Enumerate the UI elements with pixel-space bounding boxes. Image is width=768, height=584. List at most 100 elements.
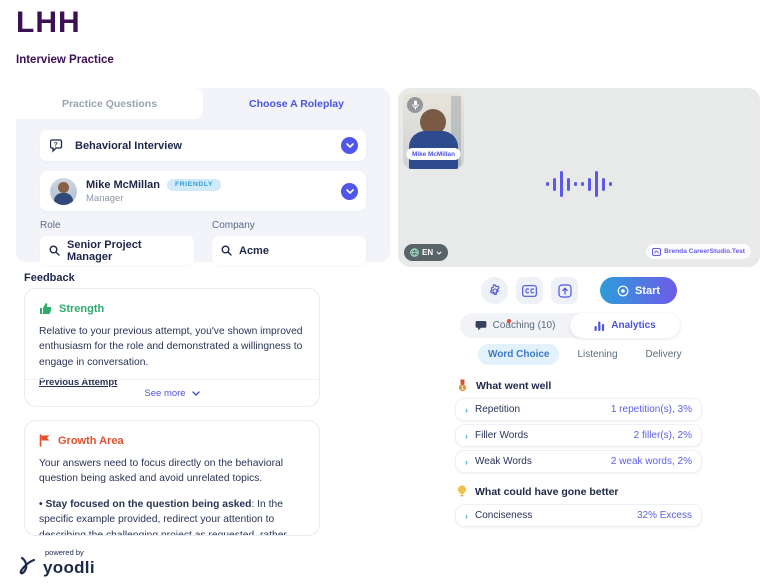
interview-type-label: Behavioral Interview bbox=[75, 140, 182, 152]
chevron-right-icon: › bbox=[465, 405, 468, 415]
voice-badge-icon bbox=[652, 248, 661, 256]
chevron-right-icon: › bbox=[465, 511, 468, 521]
tab-practice-questions[interactable]: Practice Questions bbox=[16, 88, 203, 119]
analytics-subtabs: Word Choice Listening Delivery bbox=[478, 344, 692, 365]
subtab-word-choice[interactable]: Word Choice bbox=[478, 344, 559, 365]
analytics-tab-label: Analytics bbox=[611, 320, 655, 331]
went-well-heading-row: 1 What went well bbox=[457, 379, 551, 392]
company-field-label: Company bbox=[212, 220, 366, 231]
coaching-chat-icon bbox=[475, 320, 487, 331]
lhh-logo: LHH bbox=[16, 6, 81, 40]
gone-better-heading: What could have gone better bbox=[475, 486, 619, 498]
metric-value: 32% Excess bbox=[637, 510, 692, 521]
mic-icon bbox=[407, 97, 423, 113]
company-value: Acme bbox=[239, 245, 269, 257]
metric-row-weak-words[interactable]: › Weak Words 2 weak words, 2% bbox=[455, 450, 702, 473]
growth-bullet: • Stay focused on the question being ask… bbox=[39, 497, 305, 536]
role-value: Senior Project Manager bbox=[67, 239, 185, 263]
chevron-right-icon: › bbox=[465, 457, 468, 467]
tab-coaching[interactable]: Coaching (10) bbox=[460, 313, 570, 338]
subtab-delivery[interactable]: Delivery bbox=[636, 344, 692, 365]
upload-icon bbox=[558, 284, 572, 298]
metric-value: 1 repetition(s), 3% bbox=[611, 404, 692, 415]
went-well-heading: What went well bbox=[476, 380, 551, 392]
captions-button[interactable] bbox=[516, 277, 543, 304]
svg-text:?: ? bbox=[54, 141, 58, 148]
persona-selector[interactable]: Mike McMillan FRIENDLY Manager bbox=[40, 171, 366, 211]
audio-waveform bbox=[546, 171, 612, 197]
metric-row-repetition[interactable]: › Repetition 1 repetition(s), 3% bbox=[455, 398, 702, 421]
persona-name: Mike McMillan bbox=[86, 179, 160, 191]
company-input[interactable]: Acme bbox=[212, 236, 366, 265]
metric-label: Repetition bbox=[475, 404, 520, 415]
persona-friendly-badge: FRIENDLY bbox=[167, 179, 221, 191]
roleplay-setup-panel: Practice Questions Choose A Roleplay ? B… bbox=[16, 88, 390, 262]
strength-body: Relative to your previous attempt, you'v… bbox=[39, 324, 305, 370]
settings-button[interactable] bbox=[481, 277, 508, 304]
persona-avatar bbox=[50, 178, 77, 205]
interview-practice-app: LHH Interview Practice Practice Question… bbox=[0, 0, 768, 584]
flag-icon bbox=[39, 434, 51, 447]
upload-button[interactable] bbox=[551, 277, 578, 304]
participant-video-thumbnail[interactable]: Mike McMillan bbox=[403, 93, 464, 169]
tab-choose-a-roleplay[interactable]: Choose A Roleplay bbox=[203, 88, 390, 119]
language-selector[interactable]: EN bbox=[404, 244, 448, 261]
chevron-down-icon bbox=[192, 391, 200, 396]
analytics-tab-group: Coaching (10) Analytics bbox=[460, 313, 680, 338]
thumbs-up-icon bbox=[39, 302, 52, 315]
watermark-pill: Brenda CareerStudio.Test bbox=[646, 244, 751, 259]
globe-icon bbox=[410, 248, 419, 257]
video-stage: Mike McMillan EN Brenda CareerStudio.Tes… bbox=[398, 88, 760, 267]
search-icon bbox=[221, 245, 232, 256]
metric-label: Filler Words bbox=[475, 430, 528, 441]
gear-icon bbox=[488, 284, 502, 298]
see-more-label: See more bbox=[144, 388, 185, 399]
start-button[interactable]: Start bbox=[600, 277, 677, 304]
watermark-text: Brenda CareerStudio.Test bbox=[664, 248, 745, 255]
growth-body: Your answers need to focus directly on t… bbox=[39, 456, 305, 487]
chevron-down-icon bbox=[436, 251, 442, 255]
feedback-heading: Feedback bbox=[24, 272, 75, 284]
page-title: Interview Practice bbox=[16, 54, 114, 66]
powered-by-label: powered by bbox=[45, 548, 95, 557]
coaching-tab-label: Coaching (10) bbox=[493, 320, 556, 331]
powered-by-yoodli: powered by yoodli bbox=[18, 548, 95, 578]
trophy-icon: 1 bbox=[457, 379, 468, 392]
role-input[interactable]: Senior Project Manager bbox=[40, 236, 194, 265]
strength-title: Strength bbox=[59, 303, 104, 315]
notification-dot bbox=[507, 319, 511, 323]
record-icon bbox=[617, 285, 629, 297]
yoodli-squiggle-icon bbox=[18, 554, 38, 578]
participant-name-pill: Mike McMillan bbox=[406, 148, 461, 160]
persona-chevron-down-icon[interactable] bbox=[341, 183, 358, 200]
session-controls: Start bbox=[398, 277, 760, 304]
gone-better-heading-row: What could have gone better bbox=[457, 485, 619, 498]
tab-analytics[interactable]: Analytics bbox=[570, 313, 680, 338]
metric-label: Weak Words bbox=[475, 456, 532, 467]
growth-bullet-lead: • Stay focused on the question being ask… bbox=[39, 499, 251, 510]
strength-card: Strength Relative to your previous attem… bbox=[24, 288, 320, 407]
persona-subtitle: Manager bbox=[86, 193, 221, 204]
metric-label: Conciseness bbox=[475, 510, 532, 521]
subtab-listening[interactable]: Listening bbox=[567, 344, 627, 365]
yoodli-wordmark: yoodli bbox=[43, 558, 95, 577]
interview-type-chevron-down-icon[interactable] bbox=[341, 137, 358, 154]
search-icon bbox=[49, 245, 60, 256]
start-label: Start bbox=[635, 285, 660, 297]
growth-title: Growth Area bbox=[58, 435, 124, 447]
metric-row-conciseness[interactable]: › Conciseness 32% Excess bbox=[455, 504, 702, 527]
bar-chart-icon bbox=[594, 321, 605, 331]
metric-value: 2 filler(s), 2% bbox=[634, 430, 692, 441]
role-field-label: Role bbox=[40, 220, 194, 231]
metric-row-filler-words[interactable]: › Filler Words 2 filler(s), 2% bbox=[455, 424, 702, 447]
chat-question-icon: ? bbox=[50, 139, 66, 153]
closed-captions-icon bbox=[522, 285, 537, 297]
see-more-button[interactable]: See more bbox=[25, 379, 319, 406]
metric-value: 2 weak words, 2% bbox=[611, 456, 692, 467]
svg-text:1: 1 bbox=[461, 386, 464, 392]
setup-tabs: Practice Questions Choose A Roleplay bbox=[16, 88, 390, 119]
language-code: EN bbox=[422, 248, 433, 257]
growth-area-card: Growth Area Your answers need to focus d… bbox=[24, 420, 320, 536]
interview-type-selector[interactable]: ? Behavioral Interview bbox=[40, 130, 366, 161]
lightbulb-icon bbox=[457, 485, 467, 498]
